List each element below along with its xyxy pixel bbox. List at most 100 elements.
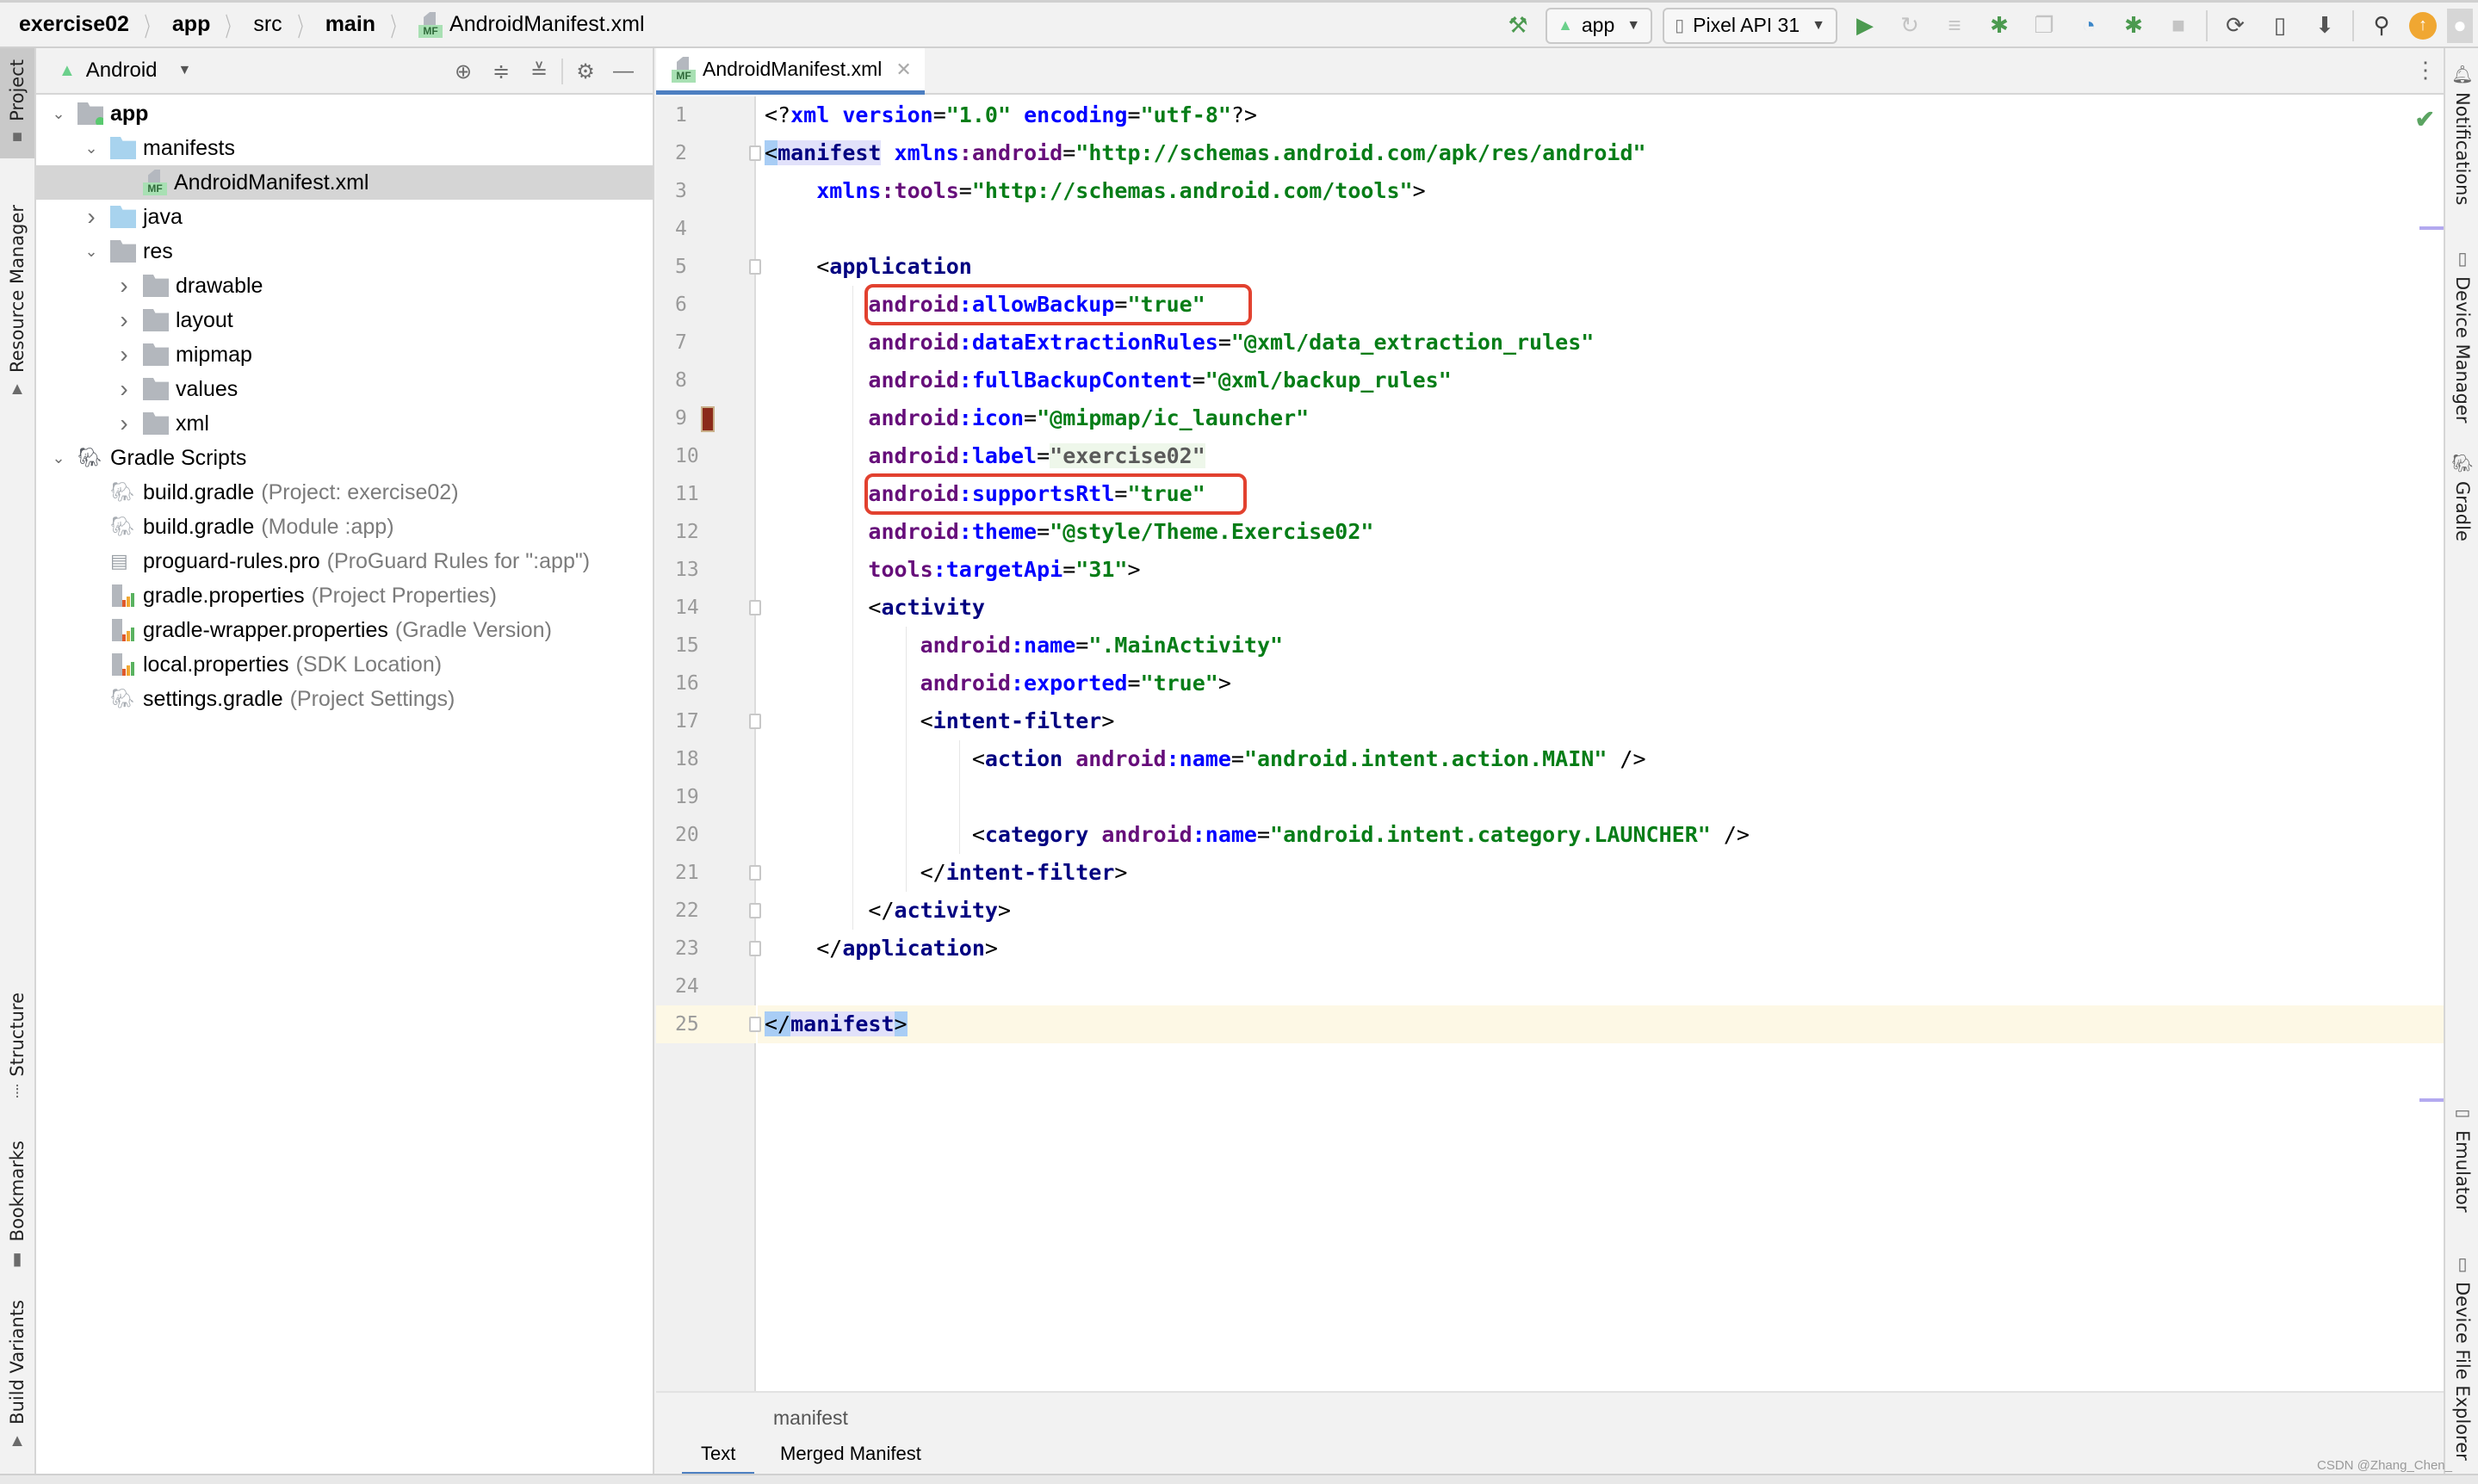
tool-tab-notifications[interactable]: 🔔︎ Notifications (2445, 64, 2478, 205)
tree-item[interactable]: › drawable (36, 269, 653, 303)
code-line[interactable]: </manifest> (758, 1005, 2444, 1043)
code-line[interactable]: <category android:name="android.intent.c… (758, 816, 2444, 854)
chevron-right-icon[interactable]: › (114, 341, 134, 368)
minimize-icon[interactable]: — (604, 59, 642, 83)
tree-item[interactable]: local.properties (SDK Location) (36, 647, 653, 682)
code-line[interactable]: android:fullBackupContent="@xml/backup_r… (758, 362, 2444, 399)
chevron-down-icon[interactable]: ⌄ (48, 449, 69, 467)
device-selector[interactable]: ▯ Pixel API 31 ▼ (1663, 7, 1837, 44)
tool-tab-bookmarks[interactable]: Bookmarks ▮ (0, 1136, 34, 1274)
tool-tab-project[interactable]: Project ■ (0, 48, 34, 158)
breadcrumb-item-app[interactable]: app (172, 12, 210, 37)
run-icon[interactable]: ▶ (1848, 9, 1882, 43)
tree-item[interactable]: 🐘︎ build.gradle (Module :app) (36, 510, 653, 544)
breadcrumb-item-project[interactable]: exercise02 (19, 12, 129, 37)
chevron-right-icon[interactable]: › (114, 272, 134, 300)
code-line[interactable]: tools:targetApi="31"> (758, 551, 2444, 589)
tree-item[interactable]: › xml (36, 406, 653, 441)
code-line[interactable]: android:name=".MainActivity" (758, 627, 2444, 665)
apply-changes-icon[interactable]: ↻ (1893, 9, 1927, 43)
tool-tab-device-manager[interactable]: ▯ Device Manager (2445, 248, 2478, 424)
chevron-right-icon[interactable]: › (114, 410, 134, 437)
code-line[interactable]: <manifest xmlns:android="http://schemas.… (758, 134, 2444, 172)
breadcrumb-item-file[interactable]: AndroidManifest.xml (449, 12, 644, 37)
code-line[interactable]: android:dataExtractionRules="@xml/data_e… (758, 324, 2444, 362)
tree-item[interactable]: ⌄ 🐘︎ Gradle Scripts (36, 441, 653, 475)
chevron-right-icon[interactable]: › (114, 306, 134, 334)
more-options-icon[interactable]: ⋮ (2414, 57, 2437, 83)
tree-item[interactable]: gradle.properties (Project Properties) (36, 578, 653, 613)
tool-tab-emulator[interactable]: ▭ Emulator (2445, 1102, 2478, 1212)
code-line[interactable]: android:exported="true"> (758, 665, 2444, 702)
update-icon[interactable]: ↑ (2409, 11, 2437, 40)
sdk-manager-icon[interactable]: ⬇ (2308, 9, 2342, 43)
xml-breadcrumb[interactable]: manifest (773, 1407, 848, 1430)
code-line[interactable]: <action android:name="android.intent.act… (758, 740, 2444, 778)
fold-end-icon[interactable] (749, 1017, 761, 1032)
attach-debugger-icon[interactable]: ❐ (2027, 9, 2061, 43)
tool-tab-device-file-explorer[interactable]: ▯ Device File Explorer (2445, 1253, 2478, 1461)
code-line[interactable]: android:theme="@style/Theme.Exercise02" (758, 513, 2444, 551)
project-view-selector[interactable]: Android (86, 59, 158, 83)
code-line[interactable]: <application (758, 248, 2444, 286)
code-line[interactable]: <intent-filter> (758, 702, 2444, 740)
chevron-right-icon[interactable]: › (81, 203, 102, 231)
fold-end-icon[interactable] (749, 903, 761, 918)
tree-item[interactable]: 🐘︎ settings.gradle (Project Settings) (36, 682, 653, 716)
fold-end-icon[interactable] (749, 941, 761, 956)
gear-icon[interactable]: ⚙ (567, 59, 604, 84)
tree-item[interactable]: › values (36, 372, 653, 406)
locate-icon[interactable]: ⊕ (444, 59, 482, 84)
code-line[interactable]: </intent-filter> (758, 854, 2444, 892)
tree-item[interactable]: ▤ proguard-rules.pro (ProGuard Rules for "… (36, 544, 653, 578)
code-line[interactable]: </application> (758, 930, 2444, 968)
hammer-icon[interactable]: ⚒ (1501, 9, 1535, 43)
tree-item[interactable]: › java (36, 200, 653, 234)
profile-icon[interactable]: ◔ (2072, 9, 2106, 43)
tree-item[interactable]: › mipmap (36, 337, 653, 372)
no-problems-check-icon[interactable]: ✔ (2415, 105, 2435, 133)
breadcrumb-item-main[interactable]: main (325, 12, 375, 37)
chevron-down-icon[interactable]: ⌄ (81, 243, 102, 261)
tree-item[interactable]: ⌄ manifests (36, 131, 653, 165)
fold-collapse-icon[interactable] (749, 145, 761, 161)
attach-process-icon[interactable]: ✱ (2116, 9, 2151, 43)
code-line[interactable] (758, 778, 2444, 816)
collapse-all-icon[interactable]: ≚ (520, 59, 558, 84)
fold-collapse-icon[interactable] (749, 600, 761, 615)
tree-item[interactable]: 🐘︎ build.gradle (Project: exercise02) (36, 475, 653, 510)
tree-item[interactable]: MF AndroidManifest.xml (36, 165, 653, 200)
editor-tab-androidmanifest[interactable]: MF AndroidManifest.xml ✕ (656, 48, 925, 95)
breadcrumb-item-src[interactable]: src (253, 12, 282, 37)
chevron-down-icon[interactable]: ⌄ (81, 139, 102, 158)
fold-end-icon[interactable] (749, 865, 761, 881)
launcher-icon-preview[interactable] (701, 406, 715, 432)
fold-collapse-icon[interactable] (749, 259, 761, 275)
tool-tab-build-variants[interactable]: Build Variants ▲ (0, 1298, 34, 1453)
close-icon[interactable]: ✕ (895, 59, 911, 81)
device-manager-icon[interactable]: ▯ (2263, 9, 2297, 43)
code-line[interactable]: android:icon="@mipmap/ic_launcher" (758, 399, 2444, 437)
code-line[interactable] (758, 968, 2444, 1005)
code-line[interactable]: <activity (758, 589, 2444, 627)
code-line[interactable] (758, 210, 2444, 248)
tree-item[interactable]: gradle-wrapper.properties (Gradle Version… (36, 613, 653, 647)
tool-tab-resource-manager[interactable]: Resource Manager ▲ (0, 195, 34, 410)
debug-icon[interactable]: ✱ (1982, 9, 2016, 43)
expand-all-icon[interactable]: ≑ (482, 59, 520, 84)
tree-item[interactable]: ⌄ app (36, 96, 653, 131)
code-line[interactable]: xmlns:tools="http://schemas.android.com/… (758, 172, 2444, 210)
tree-item[interactable]: ⌄ res (36, 234, 653, 269)
code-area[interactable]: <?xml version="1.0" encoding="utf-8"?> <m… (758, 96, 2444, 1439)
account-icon[interactable]: ● (2447, 8, 2473, 43)
tab-text[interactable]: Text (681, 1443, 755, 1476)
search-icon[interactable]: ⚲ (2364, 9, 2399, 43)
chevron-right-icon[interactable]: › (114, 375, 134, 403)
code-line[interactable]: android:label="exercise02" (758, 437, 2444, 475)
tool-tab-gradle[interactable]: 🐘︎ Gradle (2445, 453, 2478, 541)
tool-tab-structure[interactable]: Structure ⁞ (0, 992, 34, 1104)
stop-icon[interactable]: ■ (2161, 9, 2196, 43)
chevron-down-icon[interactable]: ▼ (178, 63, 192, 78)
gradle-sync-icon[interactable]: ⟳ (2218, 9, 2252, 43)
apply-code-changes-icon[interactable]: ≡ (1937, 9, 1972, 43)
